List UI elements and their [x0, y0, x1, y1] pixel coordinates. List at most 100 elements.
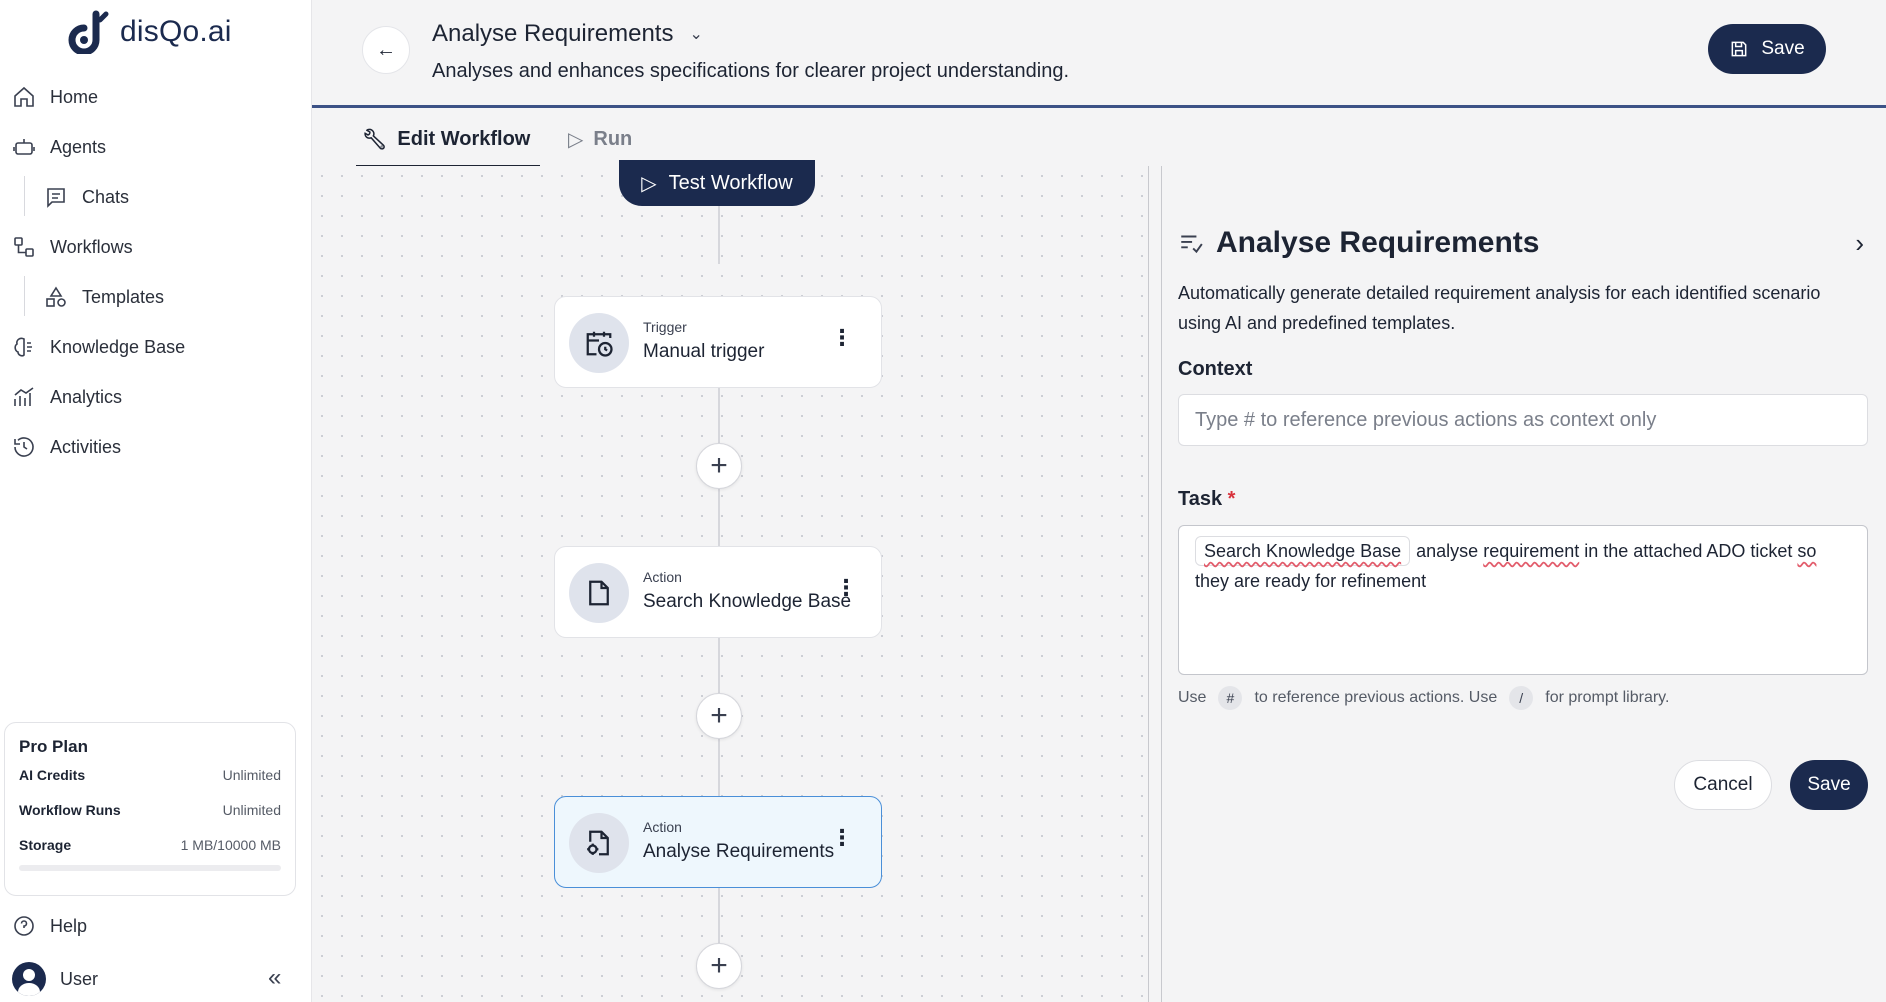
node-name: Analyse Requirements [643, 841, 835, 862]
plan-row: Workflow Runs Unlimited [19, 802, 281, 837]
task-label: Task * [1178, 488, 1235, 511]
user-menu[interactable]: User [12, 962, 98, 996]
help-link[interactable]: Help [12, 914, 87, 938]
shapes-icon [46, 286, 66, 307]
plan-row-key: Workflow Runs [19, 802, 121, 818]
more-vertical-icon[interactable]: ⋮ [831, 827, 853, 849]
hint-text: Use [1178, 689, 1207, 706]
sidebar-item-knowledge-base[interactable]: Knowledge Base [12, 332, 185, 362]
task-hint: Use # to reference previous actions. Use… [1178, 686, 1669, 710]
cancel-button[interactable]: Cancel [1674, 760, 1772, 810]
save-icon [1731, 41, 1747, 57]
node-name: Manual trigger [643, 341, 765, 362]
wrench-icon: 🔧︎ [362, 129, 388, 151]
task-editor[interactable]: Search Knowledge Base analyse requirement… [1178, 525, 1868, 675]
reference-chip-label: Search Knowledge Base [1204, 541, 1402, 561]
chevron-right-icon[interactable]: › [1855, 228, 1864, 259]
file-cog-icon [587, 830, 609, 856]
panel-save-button[interactable]: Save [1790, 760, 1868, 810]
nav-sub-line [24, 176, 25, 216]
hint-key: / [1509, 686, 1534, 710]
test-workflow-label: Test Workflow [668, 171, 793, 194]
play-icon: ▷ [568, 129, 584, 151]
panel-description: Automatically generate detailed requirem… [1178, 283, 1821, 333]
workflow-subtitle: Analyses and enhances specifications for… [432, 60, 1070, 82]
sidebar-item-chats[interactable]: Chats [44, 182, 129, 212]
save-button[interactable]: Save [1708, 24, 1826, 74]
node-config-panel: Analyse Requirements › Automatically gen… [1162, 166, 1886, 1002]
panel-resize-handle[interactable] [1148, 166, 1162, 1002]
node-icon [569, 563, 629, 623]
context-input[interactable] [1178, 394, 1868, 446]
workflow-tabs: 🔧︎ Edit Workflow ▷ Run [312, 111, 1886, 168]
sidebar-item-agents[interactable]: Agents [12, 132, 106, 162]
plus-icon: + [710, 449, 728, 482]
nav-sub-line [24, 276, 25, 316]
workflow-node-analyse-requirements[interactable]: Action Analyse Requirements ⋮ [554, 796, 882, 888]
logo[interactable]: disQo.ai [66, 10, 232, 54]
collapse-sidebar-icon[interactable]: « [268, 964, 281, 992]
plan-row-value: 1 MB/10000 MB [180, 837, 281, 853]
tab-label: Run [593, 128, 633, 150]
chevron-down-icon: ⌄ [689, 26, 703, 43]
workflow-title[interactable]: Analyse Requirements ⌄ [432, 20, 703, 48]
chat-icon [47, 188, 65, 208]
sidebar-item-label: Activities [50, 436, 122, 457]
logo-text: disQo.ai [120, 15, 232, 48]
storage-progress-bar [19, 865, 281, 871]
arrow-left-icon: ← [376, 38, 396, 61]
sidebar-item-label: Chats [82, 186, 130, 207]
tab-edit-workflow[interactable]: 🔧︎ Edit Workflow [355, 127, 541, 168]
plus-icon: + [710, 949, 728, 982]
hint-text: to reference previous actions. Use [1254, 689, 1498, 706]
sidebar-item-workflows[interactable]: Workflows [12, 232, 133, 262]
sidebar-item-home[interactable]: Home [12, 82, 98, 112]
sidebar-item-label: Agents [50, 136, 107, 157]
sidebar-item-analytics[interactable]: Analytics [12, 382, 122, 412]
hint-text: for prompt library. [1545, 689, 1670, 706]
test-workflow-button[interactable]: ▷ Test Workflow [619, 160, 815, 206]
more-vertical-icon[interactable]: ⋮ [831, 327, 853, 349]
plan-row-key: Storage [19, 837, 72, 853]
tab-run[interactable]: ▷ Run [568, 127, 632, 152]
list-check-icon [1181, 235, 1203, 254]
sidebar-item-label: Home [50, 86, 99, 107]
sidebar-item-templates[interactable]: Templates [44, 282, 164, 312]
plan-row-value: Unlimited [222, 767, 281, 783]
sidebar-item-label: Workflows [50, 236, 133, 257]
help-label: Help [50, 915, 88, 936]
node-kind: Action [643, 819, 682, 835]
bot-icon [13, 139, 35, 155]
plan-title: Pro Plan [19, 737, 88, 756]
sidebar-item-activities[interactable]: Activities [12, 432, 121, 462]
add-step-button[interactable]: + [696, 943, 742, 989]
home-icon [14, 86, 34, 107]
node-name: Search Knowledge Base [643, 591, 852, 612]
back-button[interactable]: ← [362, 26, 410, 74]
sidebar-item-label: Templates [82, 286, 165, 307]
node-icon [569, 813, 629, 873]
workflow-icon [14, 237, 34, 257]
user-label: User [60, 968, 99, 989]
task-text: they are ready for refinement [1195, 571, 1427, 591]
plan-card: Pro Plan AI Credits Unlimited Workflow R… [4, 722, 296, 896]
help-icon [14, 916, 34, 936]
add-step-button[interactable]: + [696, 693, 742, 739]
context-label: Context [1178, 358, 1253, 380]
panel-title: Analyse Requirements [1216, 226, 1540, 259]
tab-label: Edit Workflow [397, 128, 531, 150]
workflow-canvas[interactable]: ▷ Test Workflow Trigger Manual trigger ⋮… [312, 160, 1148, 1002]
required-marker: * [1227, 488, 1236, 510]
calendar-clock-icon [586, 331, 613, 357]
workflow-node-trigger[interactable]: Trigger Manual trigger ⋮ [554, 296, 882, 388]
sidebar: disQo.ai Home Agents Chats Workflows Tem… [0, 0, 312, 1002]
reference-chip[interactable]: Search Knowledge Base [1195, 536, 1411, 566]
workflow-node-search-knowledge-base[interactable]: Action Search Knowledge Base ⋮ [554, 546, 882, 638]
task-label-text: Task [1178, 488, 1223, 510]
add-step-button[interactable]: + [696, 443, 742, 489]
panel-header: Analyse Requirements [1178, 226, 1539, 260]
sidebar-item-label: Analytics [50, 386, 123, 407]
task-text: requirement [1483, 541, 1580, 561]
page-header: ← Analyse Requirements ⌄ Analyses and en… [312, 0, 1886, 108]
more-vertical-icon[interactable]: ⋮ [835, 577, 857, 599]
